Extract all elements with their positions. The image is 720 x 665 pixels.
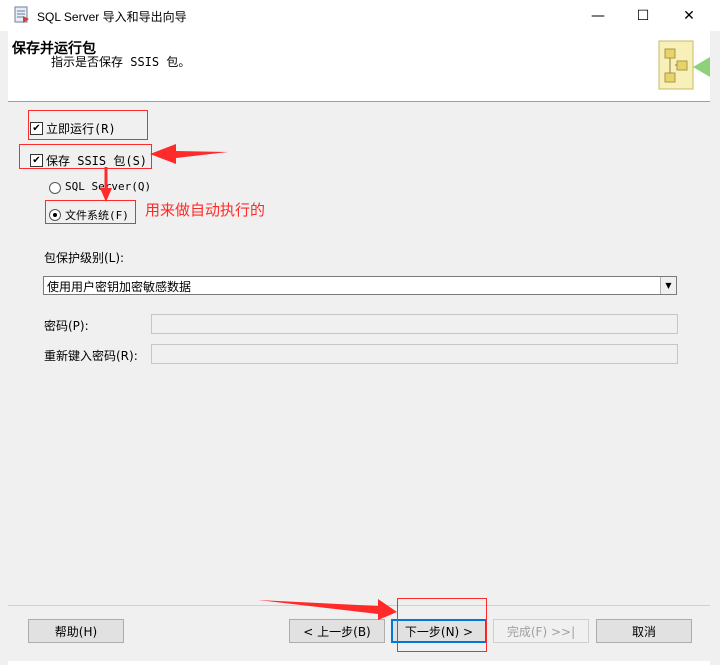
annotation-arrow-next (258, 599, 397, 620)
annotation-arrow-down-head (100, 188, 112, 202)
annotation-arrows (100, 144, 397, 620)
annotation-arrow-save (150, 144, 228, 164)
